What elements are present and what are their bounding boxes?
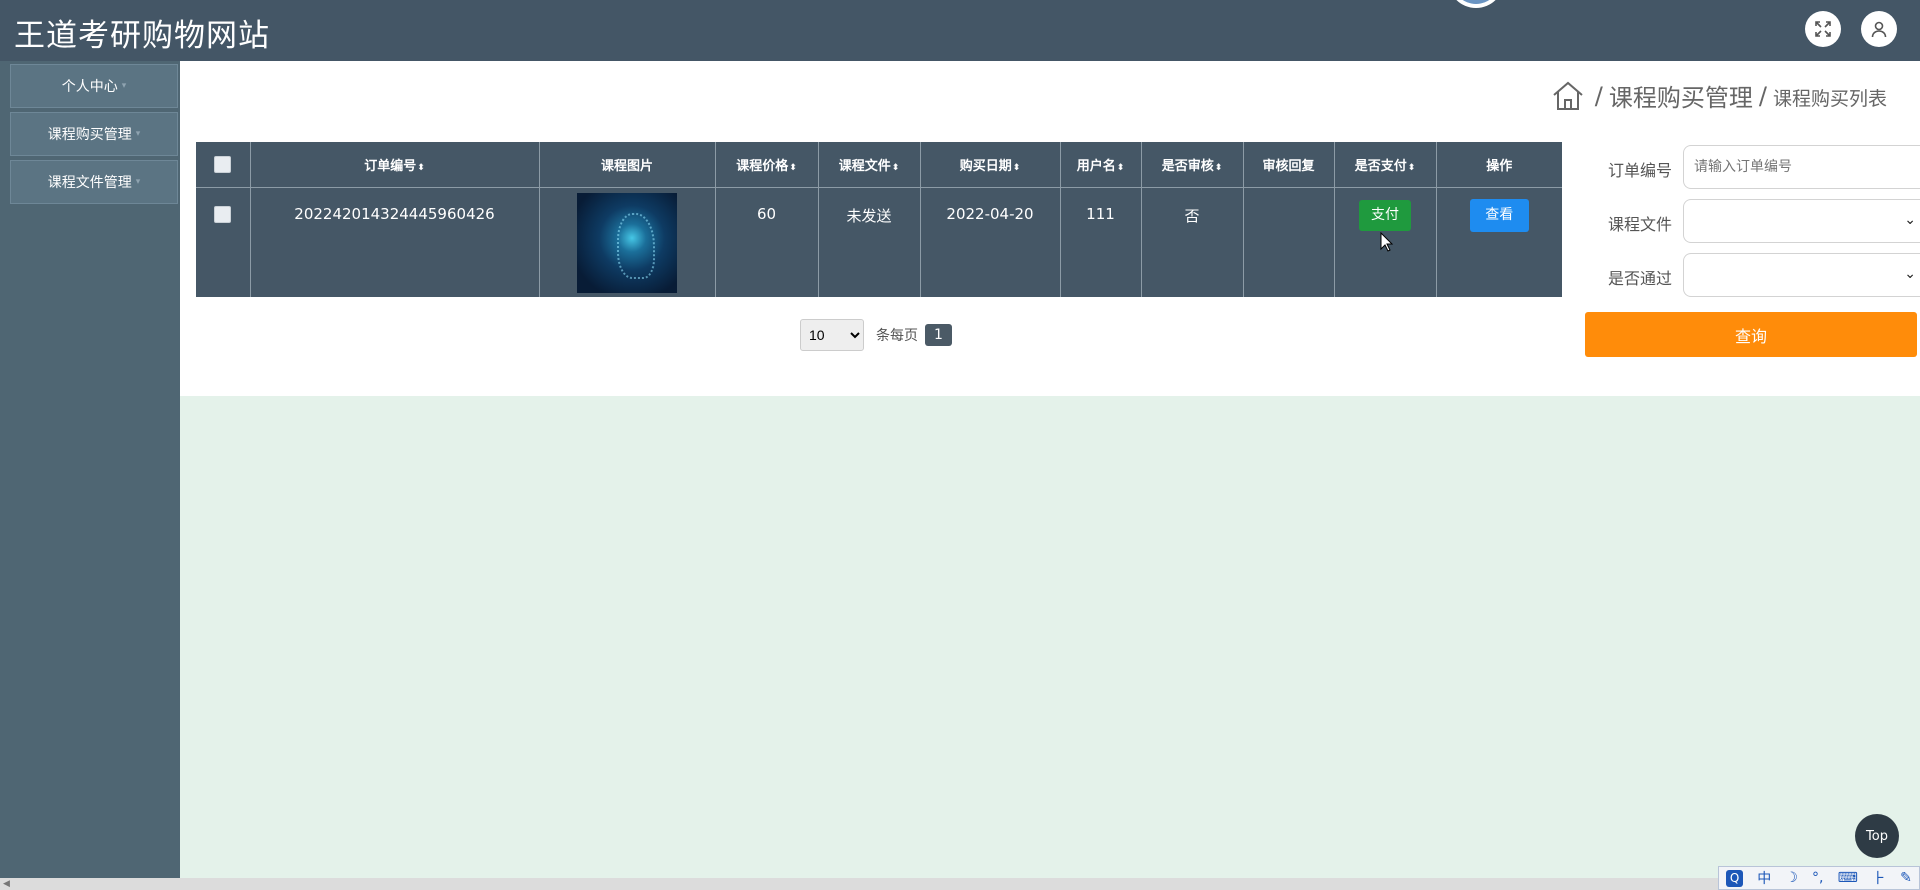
user-icon <box>1871 21 1887 38</box>
cell-reviewed: 否 <box>1141 187 1244 297</box>
ime-tools-icon[interactable]: ⺊ <box>1872 868 1886 888</box>
fullscreen-button[interactable] <box>1805 11 1841 47</box>
breadcrumb: / 课程购买管理 / 课程购买列表 <box>1551 78 1887 113</box>
scroll-left-icon[interactable]: ◀ <box>3 879 10 889</box>
column-header-actions: 操作 <box>1436 142 1562 188</box>
order-no-label: 订单编号 <box>1608 161 1673 180</box>
logo-image <box>1448 0 1504 8</box>
chevron-down-icon: ⌄ <box>1904 212 1916 228</box>
column-header-price[interactable]: 课程价格⬍ <box>715 142 819 188</box>
ime-punctuation-icon[interactable]: °, <box>1812 870 1823 886</box>
sort-icon: ⬍ <box>1214 162 1223 173</box>
back-to-top-button[interactable]: Top <box>1855 814 1899 858</box>
select-all-header <box>196 142 251 188</box>
sort-icon: ⬍ <box>891 162 900 173</box>
horizontal-scrollbar[interactable]: ◀ <box>0 878 1718 890</box>
ime-toolbar: Q 中 ☽ °, ⌨ ⺊ ✎ <box>1718 866 1920 890</box>
sidebar: 个人中心 ▾ 课程购买管理 ▾ 课程文件管理 ▾ <box>0 61 180 890</box>
column-header-image: 课程图片 <box>539 142 716 188</box>
cell-actions: 查看 <box>1436 187 1562 297</box>
column-header-date[interactable]: 购买日期⬍ <box>920 142 1061 188</box>
sort-icon: ⬍ <box>417 162 425 173</box>
sidebar-item-label: 课程购买管理 <box>47 127 132 143</box>
view-button[interactable]: 查看 <box>1469 198 1529 232</box>
sidebar-item-label: 课程文件管理 <box>47 175 132 191</box>
sort-icon: ⬍ <box>1012 162 1021 173</box>
page-size-select[interactable]: 10 <box>800 319 864 351</box>
column-header-username[interactable]: 用户名⬍ <box>1060 142 1142 188</box>
passed-select[interactable]: ⌄ <box>1683 253 1920 297</box>
passed-label: 是否通过 <box>1608 269 1673 288</box>
pay-button[interactable]: 支付 <box>1359 199 1411 231</box>
cell-order-no: 20224201432444596042​6 <box>250 187 540 297</box>
caret-down-icon: ▾ <box>121 81 127 91</box>
sidebar-item-label: 个人中心 <box>61 79 118 95</box>
breadcrumb-level1[interactable]: 课程购买管理 <box>1609 78 1753 113</box>
cell-username: 111 <box>1060 187 1142 297</box>
ime-mode-button[interactable]: 中 <box>1757 868 1771 888</box>
expand-icon <box>1815 21 1831 37</box>
breadcrumb-separator: / <box>1594 81 1603 110</box>
sidebar-item-personal-center[interactable]: 个人中心 ▾ <box>10 64 178 108</box>
column-header-order-no[interactable]: 订单编号⬍ <box>250 142 540 188</box>
caret-down-icon: ▾ <box>135 177 141 187</box>
sort-icon: ⬍ <box>789 162 797 173</box>
order-no-input[interactable] <box>1683 145 1920 189</box>
sort-icon: ⬍ <box>1407 162 1416 173</box>
course-image[interactable] <box>577 192 677 293</box>
order-table: 订单编号⬍ 课程图片 课程价格⬍ 课程文件⬍ 购买日期⬍ 用户名⬍ 是否审核⬍ … <box>196 142 1562 297</box>
mouse-pointer-icon <box>1380 232 1394 252</box>
cell-file: 未发送 <box>818 187 921 297</box>
cell-review-reply <box>1243 187 1335 297</box>
row-select-cell <box>196 187 251 297</box>
breadcrumb-separator: / <box>1758 81 1767 110</box>
row-checkbox[interactable] <box>214 205 232 223</box>
file-select[interactable]: ⌄ <box>1683 199 1920 243</box>
sidebar-item-course-file[interactable]: 课程文件管理 ▾ <box>10 160 178 204</box>
ime-keyboard-icon[interactable]: ⌨ <box>1838 870 1858 886</box>
caret-down-icon: ▾ <box>135 129 141 139</box>
file-label: 课程文件 <box>1608 215 1673 234</box>
page-number-button[interactable]: 1 <box>925 324 952 346</box>
breadcrumb-level2: 课程购买列表 <box>1772 88 1887 110</box>
cell-price: 60 <box>715 187 819 297</box>
pagination: 10 条每页 1 <box>800 319 952 351</box>
app-title: 王道考研购物网站 <box>14 18 270 54</box>
query-button[interactable]: 查询 <box>1585 312 1917 357</box>
ime-moon-icon[interactable]: ☽ <box>1785 870 1798 886</box>
user-button[interactable] <box>1861 11 1897 47</box>
sort-icon: ⬍ <box>1116 162 1125 173</box>
column-header-reviewed[interactable]: 是否审核⬍ <box>1141 142 1244 188</box>
chevron-down-icon: ⌄ <box>1904 266 1916 282</box>
table-row: 20224201432444596042​6 60 未发送 2022-04-20… <box>196 187 1562 297</box>
ime-settings-icon[interactable]: ✎ <box>1900 870 1912 886</box>
column-header-review-reply: 审核回复 <box>1243 142 1335 188</box>
per-page-label: 条每页 <box>876 328 918 344</box>
column-header-paid[interactable]: 是否支付⬍ <box>1334 142 1437 188</box>
cell-image <box>539 187 716 297</box>
table-header-row: 订单编号⬍ 课程图片 课程价格⬍ 课程文件⬍ 购买日期⬍ 用户名⬍ 是否审核⬍ … <box>196 142 1562 188</box>
select-all-checkbox[interactable] <box>214 155 232 173</box>
cell-date: 2022-04-20 <box>920 187 1061 297</box>
ime-logo-icon[interactable]: Q <box>1726 869 1744 887</box>
column-header-file[interactable]: 课程文件⬍ <box>818 142 921 188</box>
sidebar-item-course-purchase[interactable]: 课程购买管理 ▾ <box>10 112 178 156</box>
home-icon[interactable] <box>1551 79 1585 113</box>
top-header: 王道考研购物网站 <box>0 0 1920 61</box>
